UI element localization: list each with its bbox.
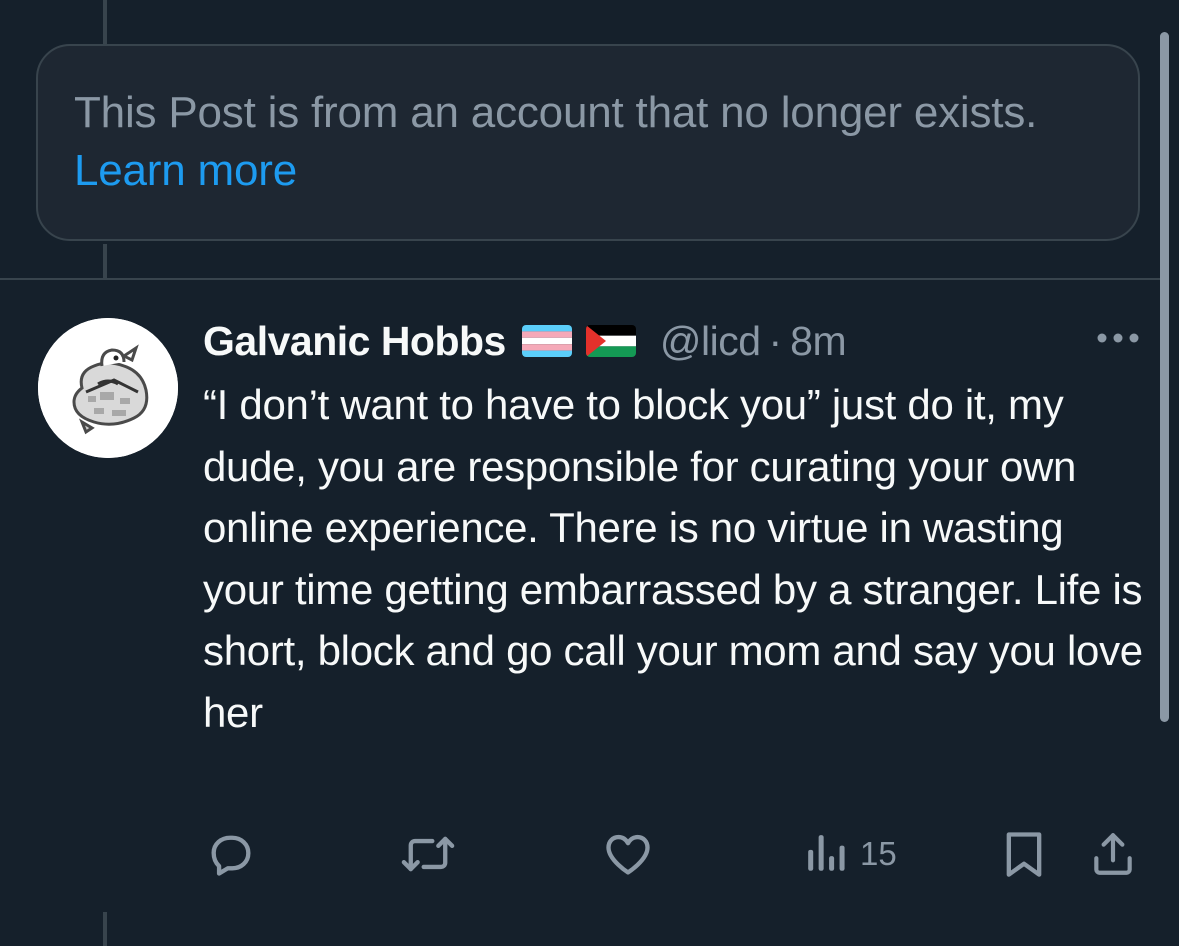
like-icon (602, 828, 654, 880)
views-button[interactable]: 15 (804, 826, 897, 882)
deleted-account-notice: This Post is from an account that no lon… (36, 44, 1140, 241)
transgender-flag-icon (521, 325, 572, 357)
bookmark-button[interactable] (1000, 826, 1048, 882)
like-button[interactable] (602, 826, 654, 882)
author-handle[interactable]: @licd (660, 318, 761, 365)
post-actions-bar: 15 (0, 826, 1179, 882)
author-name[interactable]: Galvanic Hobbs (203, 318, 506, 365)
post-header: Galvanic Hobbs @licd · 8m (203, 316, 847, 366)
learn-more-link[interactable]: Learn more (74, 146, 297, 195)
repost-icon (400, 828, 456, 880)
avatar[interactable] (38, 318, 178, 458)
palestine-flag-icon (585, 325, 636, 357)
reply-button[interactable] (205, 826, 257, 882)
views-count: 15 (860, 835, 897, 872)
share-button[interactable] (1088, 826, 1138, 882)
thread-connector-line (103, 912, 107, 946)
notice-message: This Post is from an account that no lon… (74, 88, 1038, 137)
notice-text: This Post is from an account that no lon… (74, 84, 1102, 200)
views-icon (804, 828, 850, 880)
post-divider (0, 278, 1160, 280)
thread-connector-line (103, 244, 107, 278)
scrollbar[interactable] (1160, 32, 1169, 722)
post-text: “I don’t want to have to block you” just… (203, 381, 1143, 736)
more-options-icon[interactable] (1096, 328, 1140, 348)
bookmark-icon (1000, 828, 1048, 880)
repost-button[interactable] (400, 826, 456, 882)
thread-connector-line (103, 0, 107, 44)
separator-dot: · (768, 317, 783, 364)
share-icon (1088, 828, 1138, 880)
post-timestamp[interactable]: 8m (790, 318, 846, 365)
avatar-image (38, 318, 178, 458)
timeline: This Post is from an account that no lon… (0, 0, 1179, 946)
reply-icon (205, 828, 257, 880)
